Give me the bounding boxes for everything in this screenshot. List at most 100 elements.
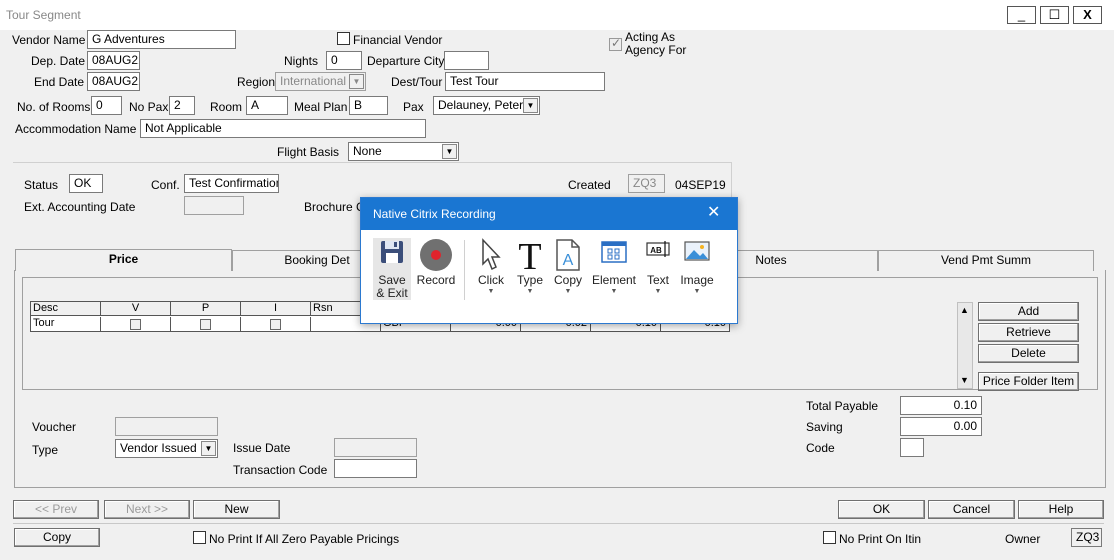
rooms-field[interactable]: 0 — [91, 96, 122, 115]
save-label-line1: Save — [378, 273, 406, 287]
pax-label: Pax — [403, 100, 424, 114]
dest-tour-field[interactable]: Test Tour — [445, 72, 605, 91]
image-dropdown-icon[interactable]: ▼ — [677, 288, 717, 295]
element-tool[interactable]: Element ▼ — [591, 238, 637, 300]
conf-field[interactable]: Test Confirmation — [184, 174, 279, 193]
flight-basis-value: None — [353, 144, 382, 158]
chevron-down-icon[interactable]: ▼ — [442, 144, 457, 159]
cursor-icon — [482, 238, 501, 271]
text-tool[interactable]: AB Text ▼ — [641, 238, 675, 300]
voucher-field — [115, 417, 218, 436]
delete-button[interactable]: Delete — [978, 344, 1079, 363]
record-label: Record — [416, 273, 456, 287]
owner-field[interactable]: ZQ3 — [1071, 528, 1102, 547]
nights-label: Nights — [284, 54, 319, 68]
type-select[interactable]: Vendor Issued ▼ — [115, 439, 218, 458]
add-button[interactable]: Add — [978, 302, 1079, 321]
acting-as-agency-checkbox[interactable] — [609, 36, 622, 51]
transaction-code-field[interactable] — [334, 459, 417, 478]
image-label: Image — [680, 273, 714, 287]
svg-text:A: A — [563, 252, 574, 269]
tab-vend-pmt-summ[interactable]: Vend Pmt Summ — [878, 250, 1094, 271]
close-icon[interactable]: ✕ — [707, 204, 720, 222]
room-field[interactable]: A — [246, 96, 288, 115]
no-pax-field[interactable]: 2 — [169, 96, 195, 115]
tab-price[interactable]: Price — [15, 249, 232, 271]
help-button[interactable]: Help — [1018, 500, 1104, 519]
status-field[interactable]: OK — [69, 174, 103, 193]
save-exit-button[interactable]: Save & Exit — [373, 238, 411, 300]
nights-field[interactable]: 0 — [326, 51, 362, 70]
new-button[interactable]: New — [193, 500, 280, 519]
copy-dropdown-icon[interactable]: ▼ — [550, 288, 586, 295]
click-dropdown-icon[interactable]: ▼ — [473, 288, 509, 295]
element-dropdown-icon[interactable]: ▼ — [591, 288, 637, 295]
grid-checkbox-i[interactable] — [270, 319, 281, 330]
code-field[interactable] — [900, 438, 924, 457]
conf-label: Conf. — [151, 178, 180, 192]
type-dropdown-icon[interactable]: ▼ — [512, 288, 548, 295]
departure-city-field[interactable] — [444, 51, 489, 70]
grid-cell-desc[interactable]: Tour — [31, 317, 101, 331]
rooms-label: No. of Rooms — [17, 100, 91, 114]
record-button[interactable]: Record — [415, 238, 457, 300]
dep-date-field[interactable]: 08AUG21 — [87, 51, 140, 70]
meal-plan-field[interactable]: B — [349, 96, 388, 115]
type-label: Type — [516, 273, 543, 287]
grid-checkbox-v[interactable] — [130, 319, 141, 330]
cancel-button[interactable]: Cancel — [928, 500, 1015, 519]
next-button[interactable]: Next >> — [104, 500, 190, 519]
maximize-button[interactable]: ☐ — [1040, 6, 1069, 24]
grid-header-p: P — [171, 302, 241, 316]
type-tool[interactable]: T Type ▼ — [512, 238, 548, 300]
element-icon — [601, 241, 627, 263]
copy-button[interactable]: Copy — [14, 528, 100, 547]
saving-field[interactable]: 0.00 — [900, 417, 982, 436]
issue-date-field — [334, 438, 417, 457]
transaction-code-label: Transaction Code — [233, 463, 328, 477]
record-icon — [420, 239, 452, 271]
grid-scrollbar[interactable]: ▲ ▼ — [957, 302, 973, 389]
end-date-label: End Date — [34, 75, 85, 89]
dep-date-label: Dep. Date — [31, 54, 86, 68]
agency-for-label: Agency For — [625, 43, 687, 57]
brochure-label: Brochure C — [304, 200, 365, 214]
retrieve-button[interactable]: Retrieve — [978, 323, 1079, 342]
total-payable-field[interactable]: 0.10 — [900, 396, 982, 415]
region-select: International ▼ — [275, 72, 366, 91]
status-label: Status — [24, 178, 59, 192]
departure-city-label: Departure City — [367, 54, 445, 68]
grid-checkbox-p[interactable] — [200, 319, 211, 330]
price-folder-item-button[interactable]: Price Folder Item — [978, 372, 1079, 391]
text-dropdown-icon[interactable]: ▼ — [641, 288, 675, 295]
region-value: International — [280, 74, 347, 88]
financial-vendor-checkbox[interactable] — [337, 32, 350, 45]
svg-text:AB: AB — [650, 246, 662, 255]
type-label: Type — [32, 443, 59, 457]
copy-tool[interactable]: A Copy ▼ — [550, 238, 586, 300]
scroll-up-icon[interactable]: ▲ — [960, 305, 969, 315]
prev-button[interactable]: << Prev — [13, 500, 99, 519]
accommodation-label: Accommodation Name — [15, 122, 137, 136]
type-icon: T — [518, 238, 541, 272]
type-value: Vendor Issued — [120, 441, 197, 455]
created-date: 04SEP19 — [675, 178, 726, 192]
chevron-down-icon[interactable]: ▼ — [523, 98, 538, 113]
divider — [13, 523, 1104, 524]
chevron-down-icon[interactable]: ▼ — [201, 441, 216, 456]
owner-label: Owner — [1005, 532, 1041, 546]
vendor-name-field[interactable]: G Adventures — [87, 30, 236, 49]
end-date-field[interactable]: 08AUG21 — [87, 72, 140, 91]
no-print-itin-checkbox[interactable] — [823, 531, 836, 544]
close-window-button[interactable]: X — [1073, 6, 1102, 24]
accommodation-field[interactable]: Not Applicable — [140, 119, 426, 138]
flight-basis-select[interactable]: None ▼ — [348, 142, 459, 161]
minimize-button[interactable]: _ — [1007, 6, 1036, 24]
pax-select[interactable]: Delauney, Peter ▼ — [433, 96, 540, 115]
ok-button[interactable]: OK — [838, 500, 925, 519]
scroll-down-icon[interactable]: ▼ — [960, 375, 969, 385]
no-print-zero-checkbox[interactable] — [193, 531, 206, 544]
click-tool[interactable]: Click ▼ — [473, 238, 509, 300]
image-tool[interactable]: Image ▼ — [677, 238, 717, 300]
svg-text:T: T — [518, 238, 541, 272]
